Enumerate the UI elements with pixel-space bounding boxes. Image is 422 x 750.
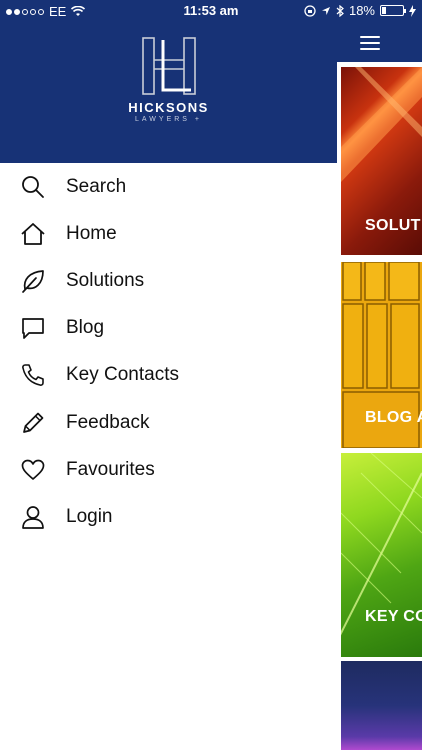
bluetooth-icon [336,4,344,17]
menu-label: Key Contacts [66,364,179,386]
heart-icon [21,459,45,480]
battery-percentage: 18% [348,3,375,18]
menu-label: Home [66,222,117,244]
menu-label: Feedback [66,411,150,433]
pencil-icon [23,412,44,433]
status-right-group: 18% [304,3,416,18]
status-bar: EE 11:53 am 18% [0,0,422,22]
menu-label: Blog [66,317,105,339]
tile-fourth[interactable] [341,661,422,750]
tile-blog[interactable]: BLOG A [341,262,422,448]
drawer-header: HICKSONS LAWYERS + [0,0,337,163]
hicksons-logo: HICKSONS LAWYERS + [0,36,337,123]
menu-item-search[interactable]: Search [0,163,337,210]
tile-solutions-label: SOLUT [365,217,421,234]
menu-item-blog[interactable]: Blog [0,305,337,352]
phone-icon [22,364,44,387]
tile-key-contacts-image [341,453,422,636]
menu-item-login[interactable]: Login [0,493,337,540]
speech-bubble-icon [22,318,44,340]
user-icon [22,506,44,529]
tile-blog-label: BLOG A [365,409,422,426]
charging-bolt-icon [409,4,416,17]
location-arrow-icon [321,6,330,15]
brand-name: HICKSONS [128,100,209,115]
leaf-icon [22,270,44,293]
drawer-menu: Search Home Solutions Blog Key Contacts … [0,163,337,541]
tile-solutions[interactable]: SOLUT [341,67,422,255]
menu-label: Search [66,175,127,197]
search-icon [22,175,44,198]
hicksons-logo-mark [141,37,196,95]
tile-key-contacts[interactable]: KEY CO [341,453,422,657]
menu-item-favourites[interactable]: Favourites [0,446,337,493]
hamburger-menu-icon[interactable] [360,36,380,50]
home-icon [21,222,45,245]
rotation-lock-icon [304,4,316,17]
menu-label: Login [66,505,113,527]
menu-label: Favourites [66,458,155,480]
menu-label: Solutions [66,269,145,291]
menu-item-key-contacts[interactable]: Key Contacts [0,352,337,399]
brand-subtitle: LAWYERS + [134,116,202,123]
menu-item-home[interactable]: Home [0,210,337,257]
main-content-preview: SOLUT BLOG A KEY CO [337,0,422,750]
menu-item-feedback[interactable]: Feedback [0,399,337,446]
menu-item-solutions[interactable]: Solutions [0,257,337,304]
battery-icon [380,5,406,16]
tile-key-contacts-label: KEY CO [365,608,422,625]
